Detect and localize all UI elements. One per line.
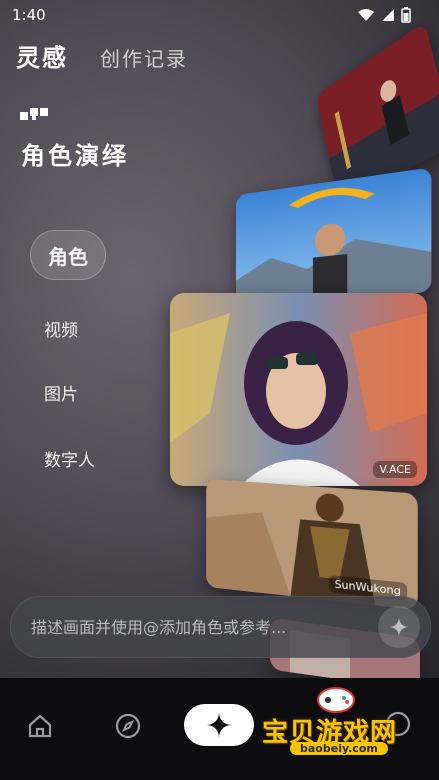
card-label: V.ACE — [373, 461, 417, 478]
watermark: 宝贝游戏网 baobeiy.com — [262, 686, 412, 766]
prompt-input[interactable] — [29, 615, 353, 639]
watermark-url: baobeiy.com — [290, 742, 388, 755]
character-card-vace[interactable]: V.ACE — [170, 293, 427, 486]
card-image — [170, 293, 427, 486]
create-icon — [207, 713, 231, 737]
tab-inspiration[interactable]: 灵感 — [16, 38, 68, 73]
status-time: 1:40 — [12, 6, 46, 24]
battery-icon — [401, 7, 411, 23]
tab-creation-records[interactable]: 创作记录 — [100, 43, 188, 72]
section-mark-icon — [20, 108, 48, 120]
menu-item-image[interactable]: 图片 — [44, 380, 78, 405]
status-bar: 1:40 — [0, 0, 439, 30]
sparkle-icon — [390, 618, 408, 636]
card-image — [235, 167, 432, 308]
menu-item-video[interactable]: 视频 — [44, 316, 78, 341]
explore-icon[interactable] — [114, 712, 142, 740]
status-icons — [357, 7, 411, 23]
character-card-sunwukong[interactable]: SunWukong — [206, 478, 418, 610]
section-title: 角色演绎 — [21, 142, 129, 170]
character-card-paraglider[interactable] — [235, 167, 432, 308]
top-tabs: 灵感 创作记录 — [16, 38, 188, 73]
signal-icon — [382, 9, 394, 21]
generate-button[interactable] — [378, 606, 420, 648]
prompt-bar — [10, 596, 431, 658]
wifi-icon — [358, 9, 374, 21]
menu-item-digital-human[interactable]: 数字人 — [44, 446, 95, 471]
gamepad-logo-icon — [317, 687, 355, 713]
create-button[interactable] — [184, 704, 254, 746]
menu-item-character[interactable]: 角色 — [30, 230, 106, 280]
home-icon[interactable] — [26, 712, 54, 740]
